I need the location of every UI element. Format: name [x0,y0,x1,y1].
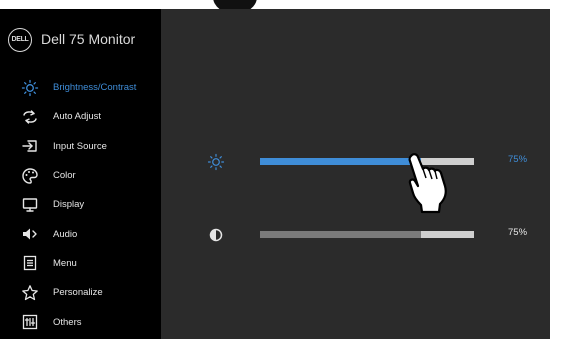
menu-label: Brightness/Contrast [53,82,137,94]
dell-logo: DELL [8,28,32,52]
brightness-icon [207,153,225,171]
menu-label: Color [53,170,76,182]
brightness-value: 75% [508,154,528,165]
brightness-icon [21,79,39,97]
hand-pointer-icon [402,152,452,214]
contrast-value: 75% [508,227,528,238]
menu-label: Others [53,316,82,328]
display-icon [21,196,39,214]
menu-item-others[interactable]: Others [0,307,161,336]
brightness-row: 75% [195,147,535,177]
color-palette-icon [21,167,39,185]
input-source-icon [21,137,39,155]
monitor-title: Dell 75 Monitor [41,31,136,47]
others-icon [21,313,39,331]
menu-item-auto-adjust[interactable]: Auto Adjust [0,102,161,131]
menu-label: Display [53,199,85,211]
menu-label: Input Source [53,140,107,152]
menu-item-color[interactable]: Color [0,161,161,190]
speaker-icon [21,225,39,243]
menu-icon [21,254,39,272]
brightness-slider-fill [260,158,421,165]
menu-item-input-source[interactable]: Input Source [0,132,161,161]
menu-item-personalize[interactable]: Personalize [0,278,161,307]
menu-label: Audio [53,228,78,240]
contrast-slider-fill [260,231,421,238]
contrast-row: 75% [195,220,535,250]
sidebar: DELL Dell 75 Monitor Brightness/Contrast… [0,9,161,339]
menu-label: Auto Adjust [53,111,102,123]
menu-label: Menu [53,257,77,269]
menu-item-display[interactable]: Display [0,190,161,219]
menu-label: Personalize [53,287,103,299]
osd-panel: DELL Dell 75 Monitor Brightness/Contrast… [0,9,550,339]
menu-item-audio[interactable]: Audio [0,219,161,248]
menu-item-menu[interactable]: Menu [0,249,161,278]
brand-header: DELL Dell 75 Monitor [0,9,161,69]
contrast-icon [207,226,225,244]
contrast-slider[interactable] [260,231,474,238]
menu-list: Brightness/Contrast Auto Adjust Input So… [0,73,161,337]
star-icon [21,284,39,302]
menu-item-brightness-contrast[interactable]: Brightness/Contrast [0,73,161,102]
auto-adjust-icon [21,108,39,126]
